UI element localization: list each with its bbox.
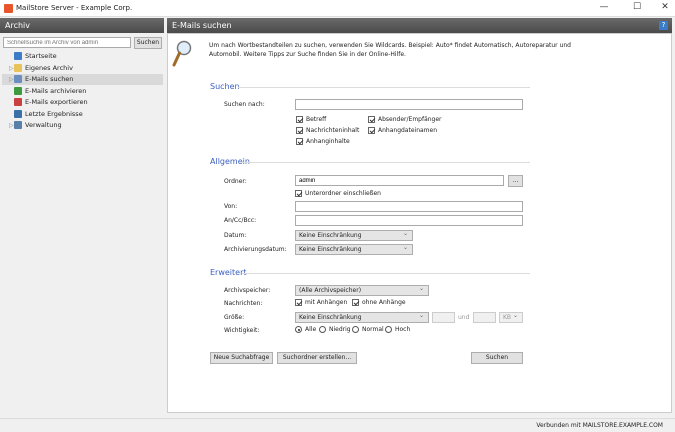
checkbox-absender[interactable]: Absender/Empfänger (368, 116, 442, 123)
radio-hoch[interactable]: Hoch (385, 326, 410, 333)
checkbox-icon[interactable] (296, 138, 303, 145)
folder-browse-button[interactable]: ... (508, 175, 523, 187)
date-select[interactable]: Keine Einschränkung (295, 230, 413, 241)
title-bar: MailStore Server - Example Corp. — ☐ ✕ (0, 0, 675, 17)
checkbox-icon[interactable] (295, 190, 302, 197)
sidebar-item-startseite[interactable]: Startseite (2, 51, 163, 62)
expand-icon[interactable]: ▷ (9, 74, 14, 85)
radio-icon[interactable] (295, 326, 302, 333)
from-label: Von: (224, 203, 238, 210)
checkbox-icon[interactable] (368, 116, 375, 123)
item-icon (14, 121, 22, 129)
size-and-label: und (458, 314, 470, 321)
archdate-label: Archivierungsdatum: (224, 246, 287, 253)
divider (242, 273, 530, 274)
checkbox-icon[interactable] (296, 116, 303, 123)
sidebar-header: Archiv (0, 18, 164, 33)
search-button[interactable]: Suchen (471, 352, 523, 364)
intro-text-2: Automobil. Weitere Tipps zur Suche finde… (209, 51, 406, 58)
sidebar-item-eigenes-archiv[interactable]: ▷ Eigenes Archiv (2, 63, 163, 74)
new-query-button[interactable]: Neue Suchabfrage (210, 352, 273, 364)
quick-search-button[interactable]: Suchen (134, 37, 162, 49)
item-icon (14, 86, 22, 95)
checkbox-icon[interactable] (296, 127, 303, 134)
radio-icon[interactable] (352, 326, 359, 333)
radio-icon[interactable] (385, 326, 392, 333)
archdate-select[interactable]: Keine Einschränkung (295, 244, 413, 255)
to-input[interactable] (295, 215, 523, 226)
sidebar-item-e-mails-suchen[interactable]: ▷ E-Mails suchen (2, 74, 163, 85)
search-for-label: Suchen nach: (224, 101, 265, 108)
radio-niedrig[interactable]: Niedrig (319, 326, 351, 333)
size-unit-select[interactable]: KB (499, 312, 523, 323)
date-label: Datum: (224, 232, 247, 239)
app-icon (4, 4, 13, 13)
store-label: Archivspeicher: (224, 287, 271, 294)
size-min-input[interactable] (432, 312, 455, 323)
sidebar-item-verwaltung[interactable]: ▷ Verwaltung (2, 120, 163, 131)
size-max-input[interactable] (473, 312, 496, 323)
folder-input[interactable] (295, 175, 504, 186)
radio-alle[interactable]: Alle (295, 326, 316, 333)
checkbox-without-attachments[interactable]: ohne Anhänge (352, 299, 406, 306)
status-bar: Verbunden mit MAILSTORE.EXAMPLE.COM (0, 418, 675, 432)
item-icon (14, 75, 22, 83)
divider (242, 162, 530, 163)
item-icon (14, 98, 22, 106)
main-title: E-Mails suchen (172, 21, 232, 30)
item-icon (14, 52, 22, 60)
sidebar-item-e-mails-archivieren[interactable]: E-Mails archivieren (2, 86, 163, 97)
size-select[interactable]: Keine Einschränkung (295, 312, 429, 323)
divider (238, 87, 530, 88)
checkbox-anhangdateinamen[interactable]: Anhangdateinamen (368, 127, 437, 134)
folder-label: Ordner: (224, 178, 247, 185)
store-select[interactable]: (Alle Archivspeicher) (295, 285, 429, 296)
checkbox-icon[interactable] (368, 127, 375, 134)
checkbox-betreff[interactable]: Betreff (296, 116, 326, 123)
sidebar-item-e-mails-exportieren[interactable]: E-Mails exportieren (2, 97, 163, 108)
help-icon[interactable]: ? (659, 21, 668, 30)
expand-icon[interactable]: ▷ (9, 63, 14, 74)
search-for-input[interactable] (295, 99, 523, 110)
close-button[interactable]: ✕ (655, 2, 675, 14)
maximize-button[interactable]: ☐ (627, 2, 647, 14)
checkbox-with-attachments[interactable]: mit Anhängen (295, 299, 347, 306)
minimize-button[interactable]: — (594, 2, 614, 14)
radio-normal[interactable]: Normal (352, 326, 384, 333)
quick-search-input[interactable] (3, 37, 131, 48)
checkbox-anhanginhalte[interactable]: Anhanginhalte (296, 138, 350, 145)
to-label: An/Cc/Bcc: (224, 217, 257, 224)
sidebar-item-letzte-ergebnisse[interactable]: Letzte Ergebnisse (2, 109, 163, 120)
importance-label: Wichtigkeit: (224, 327, 260, 334)
window-title: MailStore Server - Example Corp. (16, 4, 133, 12)
size-label: Größe: (224, 314, 245, 321)
intro-text-1: Um nach Wortbestandteilen zu suchen, ver… (209, 42, 571, 49)
radio-icon[interactable] (319, 326, 326, 333)
checkbox-icon[interactable] (295, 299, 302, 306)
expand-icon[interactable]: ▷ (9, 120, 14, 131)
status-text: Verbunden mit MAILSTORE.EXAMPLE.COM (536, 422, 663, 429)
main-header: E-Mails suchen (167, 18, 672, 33)
messages-label: Nachrichten: (224, 300, 263, 307)
checkbox-nachrichteninhalt[interactable]: Nachrichteninhalt (296, 127, 359, 134)
section-suchen: Suchen (210, 82, 240, 91)
magnifier-icon (172, 40, 192, 67)
create-search-folder-button[interactable]: Suchordner erstellen... (277, 352, 357, 364)
item-icon (14, 109, 22, 118)
checkbox-icon[interactable] (352, 299, 359, 306)
item-icon (14, 63, 22, 72)
checkbox-subfolders[interactable]: Unterordner einschließen (295, 190, 381, 197)
from-input[interactable] (295, 201, 523, 212)
